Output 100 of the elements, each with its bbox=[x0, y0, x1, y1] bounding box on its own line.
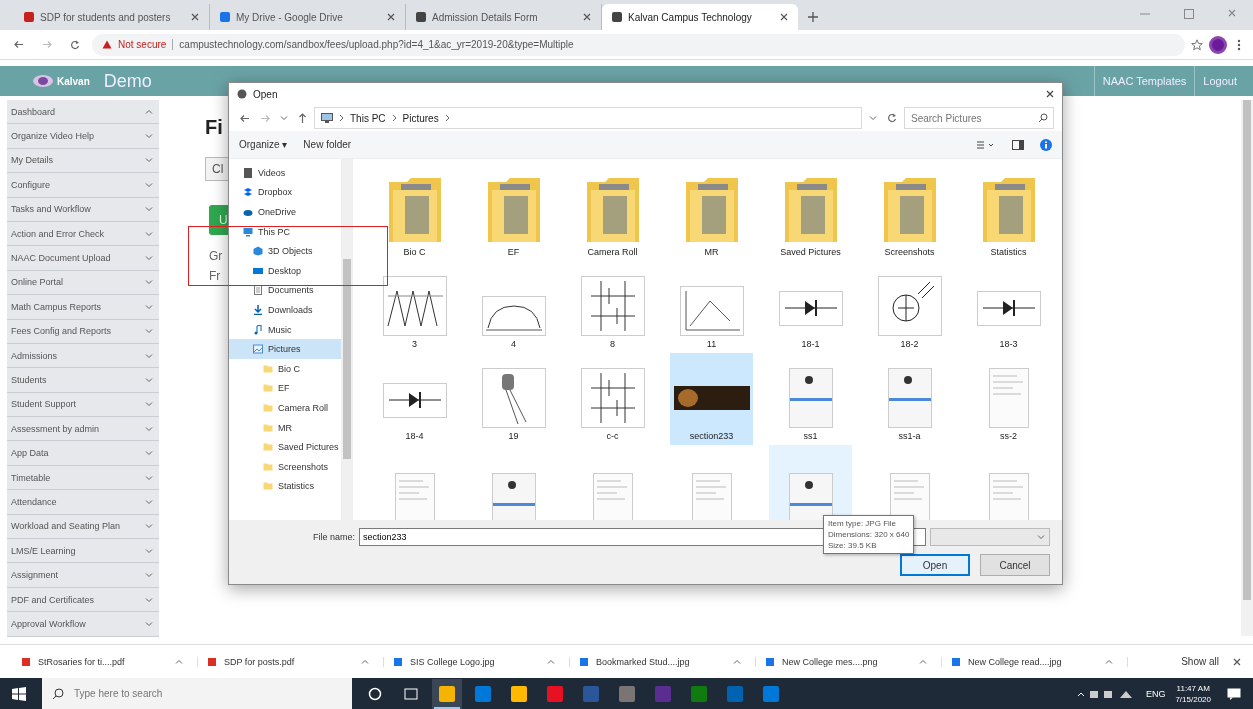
nav-item[interactable]: EF bbox=[229, 378, 341, 399]
up-arrow-icon[interactable] bbox=[298, 113, 307, 123]
nav-item[interactable]: Dropbox bbox=[229, 182, 341, 203]
address-field[interactable]: Not secure campustechnology.com/sandbox/fees/upload.php?id=4_1&ac_yr=2019-20&type=Multiple bbox=[92, 33, 1185, 56]
task-view-icon[interactable] bbox=[404, 686, 418, 701]
file-item[interactable]: 19 bbox=[472, 353, 555, 445]
file-item[interactable]: 18-3 bbox=[967, 261, 1050, 353]
sidebar-item[interactable]: App Data bbox=[7, 441, 159, 466]
sidebar-item[interactable]: Action and Error Check bbox=[7, 221, 159, 247]
nav-item[interactable]: Downloads bbox=[229, 300, 341, 320]
breadcrumb-link[interactable]: Pictures bbox=[402, 112, 439, 124]
sidebar-item[interactable]: Attendance bbox=[7, 490, 159, 515]
app-icon[interactable] bbox=[432, 678, 462, 709]
nav-item[interactable]: Desktop bbox=[229, 260, 341, 281]
sidebar-item[interactable]: Math Campus Reports bbox=[7, 295, 159, 320]
scrollbar[interactable] bbox=[341, 159, 353, 520]
nav-item[interactable]: Statistics bbox=[229, 476, 341, 497]
close-icon[interactable] bbox=[1046, 90, 1054, 98]
file-item[interactable]: section233 bbox=[670, 353, 753, 445]
sidebar-item[interactable]: Assignment bbox=[7, 563, 159, 588]
forward-arrow-icon[interactable] bbox=[260, 113, 270, 123]
file-item[interactable]: 18-1 bbox=[769, 261, 852, 353]
back-arrow-icon[interactable] bbox=[240, 113, 250, 123]
reload-icon[interactable] bbox=[70, 39, 80, 50]
file-item[interactable]: 11 bbox=[670, 261, 753, 353]
file-item[interactable]: MR bbox=[670, 169, 753, 261]
file-item[interactable]: 18-2 bbox=[868, 261, 951, 353]
circle-icon[interactable] bbox=[368, 686, 382, 701]
file-item[interactable]: c-c bbox=[571, 353, 654, 445]
toolbar-button[interactable]: Organize ▾ bbox=[239, 139, 288, 150]
file-item[interactable] bbox=[769, 445, 852, 520]
file-item[interactable]: ss-2 bbox=[967, 353, 1050, 445]
sidebar-item[interactable]: Workload and Seating Plan bbox=[7, 514, 159, 540]
file-item[interactable]: Screenshots bbox=[868, 169, 951, 261]
sidebar-item[interactable]: Online Portal bbox=[7, 270, 159, 296]
close-icon[interactable] bbox=[583, 13, 591, 21]
language-indicator[interactable]: ENG bbox=[1145, 688, 1166, 699]
new-tab-icon[interactable] bbox=[808, 12, 818, 22]
sidebar-item[interactable]: PDF and Certificates bbox=[7, 587, 159, 613]
file-item[interactable]: Bio C bbox=[373, 169, 456, 261]
browser-tab[interactable]: Kalvan Campus Technology bbox=[602, 4, 798, 30]
star-icon[interactable] bbox=[1191, 38, 1203, 51]
sidebar-item[interactable]: Timetable bbox=[7, 465, 159, 491]
nav-item[interactable]: Videos bbox=[229, 163, 341, 183]
file-item[interactable]: EF bbox=[472, 169, 555, 261]
file-item[interactable]: Saved Pictures bbox=[769, 169, 852, 261]
search-field[interactable]: Type here to search bbox=[42, 678, 352, 709]
nav-item[interactable]: Bio C bbox=[229, 358, 341, 379]
nav-item[interactable]: Camera Roll bbox=[229, 398, 341, 418]
sidebar-item[interactable]: NAAC Document Upload bbox=[7, 246, 159, 271]
sidebar-item[interactable]: Student Support bbox=[7, 392, 159, 418]
show-all-button[interactable]: Show all bbox=[1167, 656, 1233, 667]
sidebar-item[interactable]: Configure bbox=[7, 173, 159, 198]
file-item[interactable]: ss1-a bbox=[868, 353, 951, 445]
file-item[interactable]: 8 bbox=[571, 261, 654, 353]
sidebar-item[interactable]: Students bbox=[7, 368, 159, 393]
file-item[interactable]: ss1 bbox=[769, 353, 852, 445]
nav-item[interactable]: Documents bbox=[229, 280, 341, 301]
download-item[interactable]: New College mes....png bbox=[766, 656, 942, 667]
choose-button[interactable]: Cl bbox=[205, 157, 231, 181]
download-item[interactable]: SIS College Logo.jpg bbox=[394, 656, 570, 667]
notification-icon[interactable] bbox=[1227, 687, 1241, 700]
cancel-button[interactable]: Cancel bbox=[980, 554, 1050, 576]
sidebar-item[interactable]: My Details bbox=[7, 148, 159, 174]
download-item[interactable]: Bookmarked Stud....jpg bbox=[580, 656, 756, 667]
forward-arrow-icon[interactable] bbox=[42, 40, 52, 49]
sidebar-item[interactable]: Assessment by admin bbox=[7, 417, 159, 442]
windows-start-icon[interactable] bbox=[12, 686, 26, 701]
file-item[interactable]: 4 bbox=[472, 261, 555, 353]
close-icon[interactable] bbox=[191, 13, 199, 21]
clock-date[interactable]: 7/15/2020 bbox=[1175, 693, 1211, 705]
nav-item[interactable]: Saved Pictures bbox=[229, 437, 341, 457]
scrollbar[interactable] bbox=[1241, 100, 1253, 636]
preview-pane-icon[interactable] bbox=[1012, 139, 1024, 150]
clock-time[interactable]: 11:47 AM bbox=[1176, 682, 1210, 694]
caret-down-icon[interactable] bbox=[869, 115, 877, 121]
caret-down-icon[interactable] bbox=[280, 115, 288, 121]
menu-icon[interactable] bbox=[1237, 38, 1241, 51]
refresh-icon[interactable] bbox=[887, 113, 897, 123]
open-button[interactable]: Open bbox=[900, 554, 970, 576]
sidebar-item[interactable]: Organize Video Help bbox=[7, 124, 159, 149]
download-item[interactable]: StRosaries for ti....pdf bbox=[22, 656, 198, 667]
nav-item[interactable]: Pictures bbox=[229, 339, 341, 359]
file-item[interactable]: Camera Roll bbox=[571, 169, 654, 261]
close-icon[interactable] bbox=[1233, 657, 1241, 666]
help-icon[interactable] bbox=[1040, 138, 1052, 151]
view-options-icon[interactable] bbox=[976, 139, 996, 150]
maximize-icon[interactable] bbox=[1184, 9, 1194, 19]
download-item[interactable]: New College read....jpg bbox=[952, 656, 1128, 667]
search-field[interactable]: Search Pictures bbox=[904, 107, 1054, 129]
close-icon[interactable] bbox=[780, 13, 788, 21]
breadcrumb-link[interactable]: This PC bbox=[350, 112, 386, 124]
nav-item[interactable]: 3D Objects bbox=[229, 241, 341, 261]
file-item[interactable]: 18-4 bbox=[373, 353, 456, 445]
sidebar-item[interactable]: Fees Config and Reports bbox=[7, 319, 159, 344]
profile-avatar[interactable] bbox=[1209, 35, 1227, 54]
sidebar-item[interactable]: Tasks and Workflow bbox=[7, 197, 159, 222]
toolbar-button[interactable]: New folder bbox=[303, 139, 352, 150]
back-arrow-icon[interactable] bbox=[14, 40, 24, 49]
download-item[interactable]: SDP for posts.pdf bbox=[208, 656, 384, 667]
